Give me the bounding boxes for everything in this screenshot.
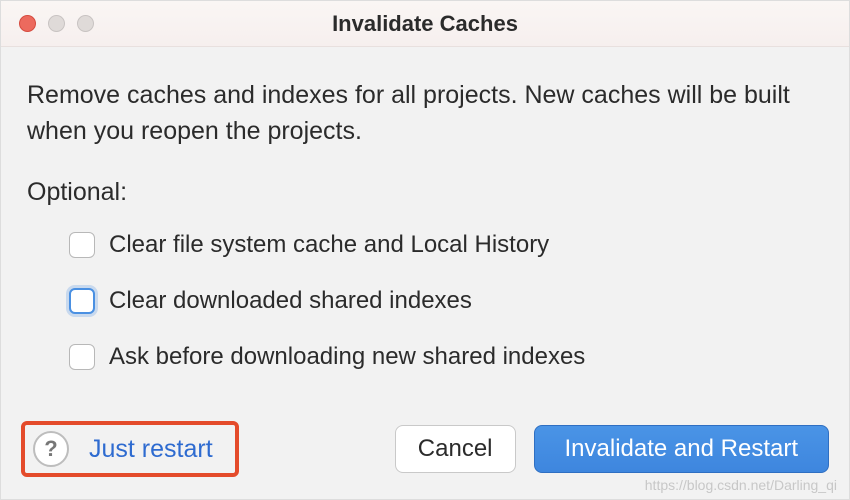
dialog-footer: ? Just restart Cancel Invalidate and Res… bbox=[1, 413, 849, 499]
checkbox-icon[interactable] bbox=[69, 232, 95, 258]
checkbox-icon[interactable] bbox=[69, 344, 95, 370]
options-list: Clear file system cache and Local Histor… bbox=[27, 231, 823, 371]
option-label: Clear file system cache and Local Histor… bbox=[109, 231, 549, 259]
maximize-icon[interactable] bbox=[77, 15, 94, 32]
option-clear-shared-indexes[interactable]: Clear downloaded shared indexes bbox=[69, 287, 823, 315]
titlebar: Invalidate Caches bbox=[1, 1, 849, 47]
question-icon: ? bbox=[44, 436, 57, 462]
option-ask-before-download[interactable]: Ask before downloading new shared indexe… bbox=[69, 343, 823, 371]
help-button[interactable]: ? bbox=[33, 431, 69, 467]
just-restart-highlight: ? Just restart bbox=[21, 421, 239, 477]
cancel-button[interactable]: Cancel bbox=[395, 425, 516, 473]
minimize-icon[interactable] bbox=[48, 15, 65, 32]
optional-label: Optional: bbox=[27, 178, 823, 207]
dialog-title: Invalidate Caches bbox=[1, 11, 849, 37]
invalidate-and-restart-button[interactable]: Invalidate and Restart bbox=[534, 425, 829, 473]
close-icon[interactable] bbox=[19, 15, 36, 32]
dialog-window: Invalidate Caches Remove caches and inde… bbox=[0, 0, 850, 500]
dialog-content: Remove caches and indexes for all projec… bbox=[1, 47, 849, 371]
just-restart-link[interactable]: Just restart bbox=[85, 435, 223, 464]
checkbox-icon[interactable] bbox=[69, 288, 95, 314]
option-clear-file-system-cache[interactable]: Clear file system cache and Local Histor… bbox=[69, 231, 823, 259]
window-controls bbox=[1, 15, 94, 32]
description-text: Remove caches and indexes for all projec… bbox=[27, 77, 823, 150]
option-label: Ask before downloading new shared indexe… bbox=[109, 343, 585, 371]
option-label: Clear downloaded shared indexes bbox=[109, 287, 472, 315]
